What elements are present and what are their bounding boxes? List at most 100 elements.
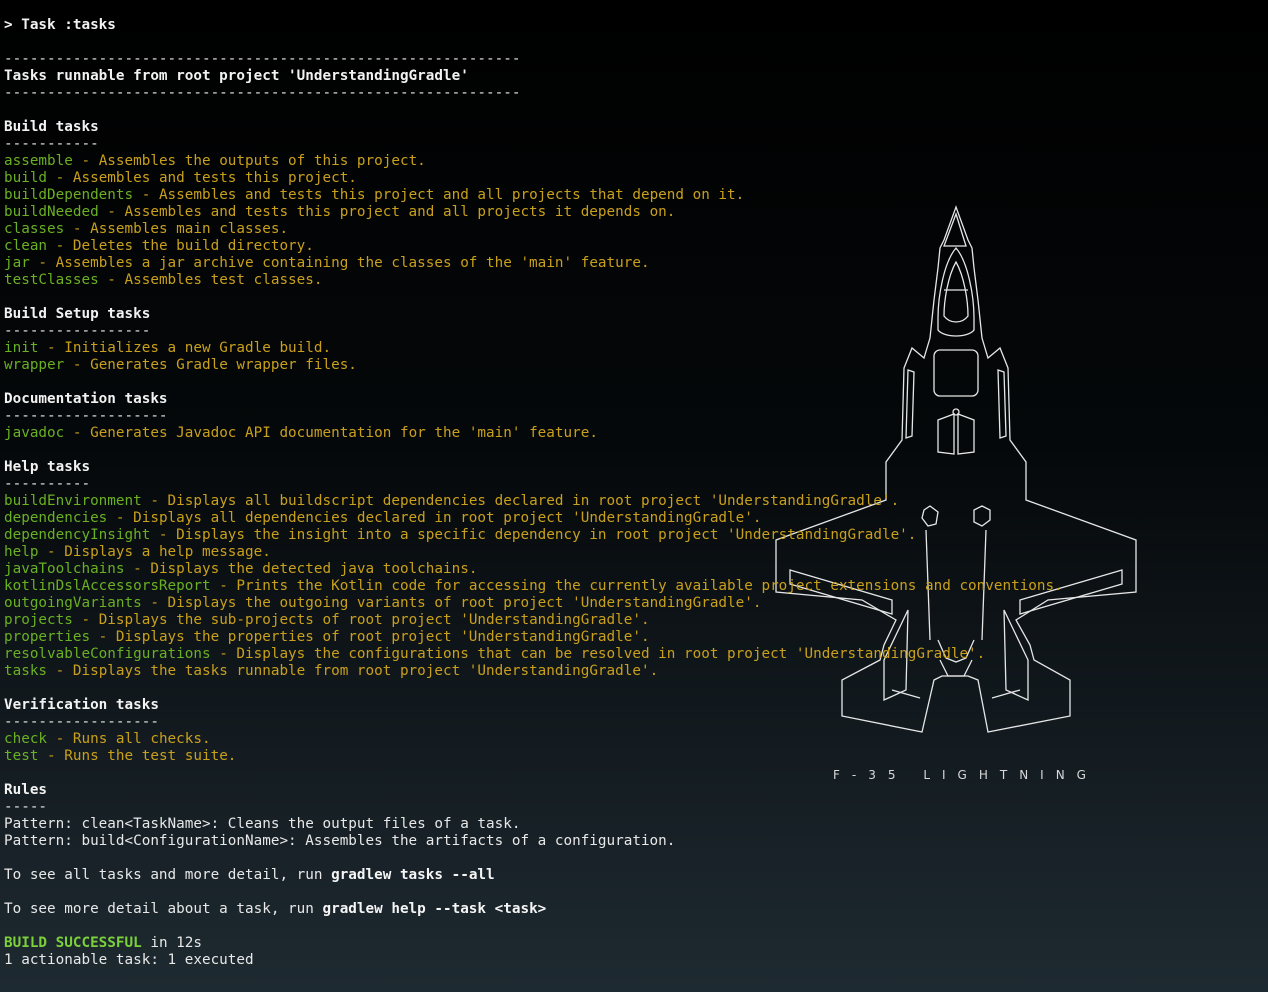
task-description: - Displays all dependencies declared in … xyxy=(107,510,762,526)
task-description: - Assembles and tests this project and a… xyxy=(98,204,676,220)
task-description: - Displays the detected java toolchains. xyxy=(124,561,478,577)
build-status: BUILD SUCCESSFUL xyxy=(4,935,142,951)
group-title-verification: Verification tasks xyxy=(4,697,159,713)
task-name: check xyxy=(4,731,48,747)
task-name: resolvableConfigurations xyxy=(4,646,211,662)
group-underline: ----------- xyxy=(4,136,99,152)
task-name: buildDependents xyxy=(4,187,134,203)
rules-underline: ----- xyxy=(4,799,48,815)
group-underline: ---------- xyxy=(4,476,91,492)
task-name: buildNeeded xyxy=(4,204,99,220)
task-name: help xyxy=(4,544,39,560)
task-name: jar xyxy=(4,255,30,271)
task-description: - Assembles and tests this project and a… xyxy=(133,187,745,203)
task-name: buildEnvironment xyxy=(4,493,142,509)
task-line: buildNeeded - Assembles and tests this p… xyxy=(4,204,1268,221)
task-line: buildEnvironment - Displays all buildscr… xyxy=(4,493,1268,510)
task-line: check - Runs all checks. xyxy=(4,731,1268,748)
task-line: wrapper - Generates Gradle wrapper files… xyxy=(4,357,1268,374)
group-underline: ----------------- xyxy=(4,323,151,339)
task-line: help - Displays a help message. xyxy=(4,544,1268,561)
task-name: projects xyxy=(4,612,73,628)
task-name: dependencies xyxy=(4,510,108,526)
task-line: javaToolchains - Displays the detected j… xyxy=(4,561,1268,578)
task-description: - Displays the sub-projects of root proj… xyxy=(72,612,650,628)
task-name: assemble xyxy=(4,153,73,169)
group-title-help: Help tasks xyxy=(4,459,91,475)
task-name: init xyxy=(4,340,39,356)
task-description: - Assembles main classes. xyxy=(64,221,289,237)
task-description: - Displays the tasks runnable from root … xyxy=(47,663,659,679)
separator: ----------------------------------------… xyxy=(4,85,521,101)
rule-line: Pattern: build<ConfigurationName>: Assem… xyxy=(4,833,676,849)
group-underline: ------------------- xyxy=(4,408,168,424)
task-line: properties - Displays the properties of … xyxy=(4,629,1268,646)
task-description: - Displays all buildscript dependencies … xyxy=(141,493,900,509)
build-time: in 12s xyxy=(141,935,202,951)
task-line: dependencies - Displays all dependencies… xyxy=(4,510,1268,527)
rules-title: Rules xyxy=(4,782,48,798)
task-line: classes - Assembles main classes. xyxy=(4,221,1268,238)
terminal-output: > Task :tasks --------------------------… xyxy=(4,17,1268,969)
hint-text: To see more detail about a task, run xyxy=(4,901,323,917)
task-name: kotlinDslAccessorsReport xyxy=(4,578,211,594)
task-line: projects - Displays the sub-projects of … xyxy=(4,612,1268,629)
task-description: - Displays a help message. xyxy=(38,544,271,560)
task-name: classes xyxy=(4,221,65,237)
hint-task-detail: To see more detail about a task, run gra… xyxy=(4,901,1268,918)
task-name: javaToolchains xyxy=(4,561,125,577)
group-title-documentation: Documentation tasks xyxy=(4,391,168,407)
task-description: - Displays the outgoing variants of root… xyxy=(141,595,762,611)
task-line: dependencyInsight - Displays the insight… xyxy=(4,527,1268,544)
task-description: - Displays the insight into a specific d… xyxy=(150,527,917,543)
task-description: - Runs the test suite. xyxy=(38,748,237,764)
task-header: > Task :tasks xyxy=(4,17,116,33)
hint-command: gradlew tasks --all xyxy=(331,867,495,883)
task-description: - Assembles and tests this project. xyxy=(47,170,357,186)
task-description: - Assembles a jar archive containing the… xyxy=(29,255,650,271)
task-line: javadoc - Generates Javadoc API document… xyxy=(4,425,1268,442)
task-description: - Displays the properties of root projec… xyxy=(90,629,650,645)
task-name: wrapper xyxy=(4,357,65,373)
task-line: tasks - Displays the tasks runnable from… xyxy=(4,663,1268,680)
task-name: outgoingVariants xyxy=(4,595,142,611)
group-title-build-setup: Build Setup tasks xyxy=(4,306,151,322)
task-description: - Assembles the outputs of this project. xyxy=(72,153,426,169)
task-name: testClasses xyxy=(4,272,99,288)
task-name: properties xyxy=(4,629,91,645)
group-title-build: Build tasks xyxy=(4,119,99,135)
task-line: init - Initializes a new Gradle build. xyxy=(4,340,1268,357)
task-description: - Deletes the build directory. xyxy=(47,238,314,254)
hint-text: To see all tasks and more detail, run xyxy=(4,867,332,883)
tasks-title: Tasks runnable from root project 'Unders… xyxy=(4,68,469,84)
task-line: buildDependents - Assembles and tests th… xyxy=(4,187,1268,204)
build-summary: 1 actionable task: 1 executed xyxy=(4,952,254,968)
task-name: clean xyxy=(4,238,48,254)
hint-command: gradlew help --task <task> xyxy=(322,901,547,917)
task-description: - Initializes a new Gradle build. xyxy=(38,340,332,356)
task-description: - Runs all checks. xyxy=(47,731,211,747)
task-line: kotlinDslAccessorsReport - Prints the Ko… xyxy=(4,578,1268,595)
task-line: testClasses - Assembles test classes. xyxy=(4,272,1268,289)
task-line: build - Assembles and tests this project… xyxy=(4,170,1268,187)
task-description: - Prints the Kotlin code for accessing t… xyxy=(210,578,1063,594)
separator: ----------------------------------------… xyxy=(4,51,521,67)
rule-line: Pattern: clean<TaskName>: Cleans the out… xyxy=(4,816,521,832)
task-line: jar - Assembles a jar archive containing… xyxy=(4,255,1268,272)
task-name: test xyxy=(4,748,39,764)
task-line: clean - Deletes the build directory. xyxy=(4,238,1268,255)
group-underline: ------------------ xyxy=(4,714,159,730)
task-name: dependencyInsight xyxy=(4,527,151,543)
hint-all-tasks: To see all tasks and more detail, run gr… xyxy=(4,867,1268,884)
task-description: - Generates Gradle wrapper files. xyxy=(64,357,357,373)
